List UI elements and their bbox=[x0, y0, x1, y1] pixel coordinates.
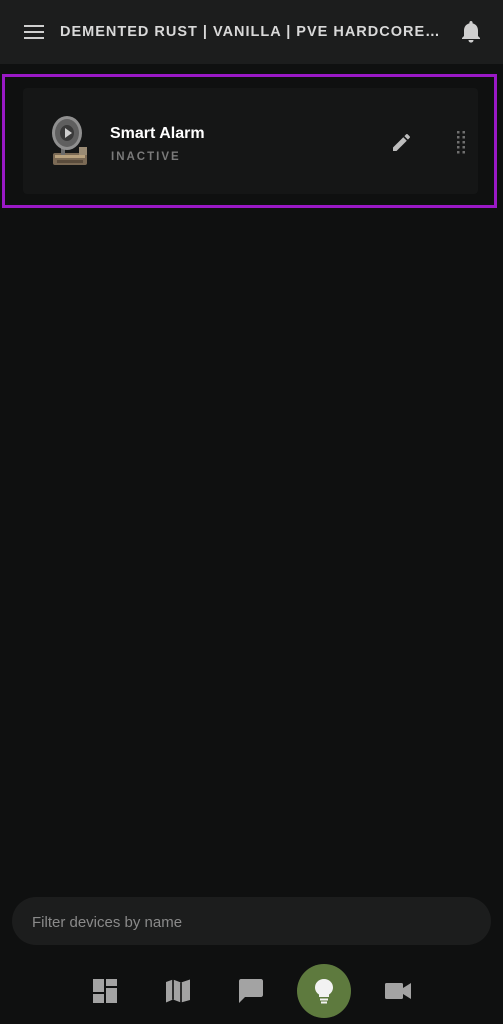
map-icon bbox=[166, 979, 190, 1003]
hamburger-menu-icon bbox=[24, 25, 44, 39]
lightbulb-icon bbox=[315, 979, 333, 1004]
bell-icon bbox=[462, 21, 480, 43]
menu-button[interactable] bbox=[18, 18, 50, 46]
server-title: DEMENTED RUST | VANILLA | PVE HARDCORE |… bbox=[60, 24, 440, 40]
top-app-bar: DEMENTED RUST | VANILLA | PVE HARDCORE |… bbox=[0, 0, 503, 64]
app-root: DEMENTED RUST | VANILLA | PVE HARDCORE |… bbox=[0, 0, 503, 1024]
dashboard-icon bbox=[93, 979, 117, 1003]
nav-devices-button[interactable] bbox=[297, 964, 351, 1018]
nav-chat-button[interactable] bbox=[224, 964, 278, 1018]
device-status: INACTIVE bbox=[111, 151, 181, 163]
camera-icon bbox=[385, 983, 411, 999]
chat-icon bbox=[239, 979, 263, 1003]
drag-handle-icon[interactable] bbox=[453, 130, 469, 156]
filter-devices-input[interactable] bbox=[30, 897, 474, 947]
nav-dashboard-button[interactable] bbox=[78, 964, 132, 1018]
edit-device-button[interactable] bbox=[390, 130, 414, 154]
bottom-navigation bbox=[0, 960, 503, 1024]
nav-map-button[interactable] bbox=[151, 964, 205, 1018]
device-card[interactable]: Smart Alarm INACTIVE bbox=[23, 88, 478, 194]
pencil-icon bbox=[393, 134, 410, 151]
filter-field bbox=[12, 897, 491, 947]
nav-camera-button[interactable] bbox=[371, 964, 425, 1018]
notifications-button[interactable] bbox=[457, 18, 485, 46]
device-name: Smart Alarm bbox=[110, 125, 205, 142]
smart-alarm-icon bbox=[47, 113, 93, 171]
